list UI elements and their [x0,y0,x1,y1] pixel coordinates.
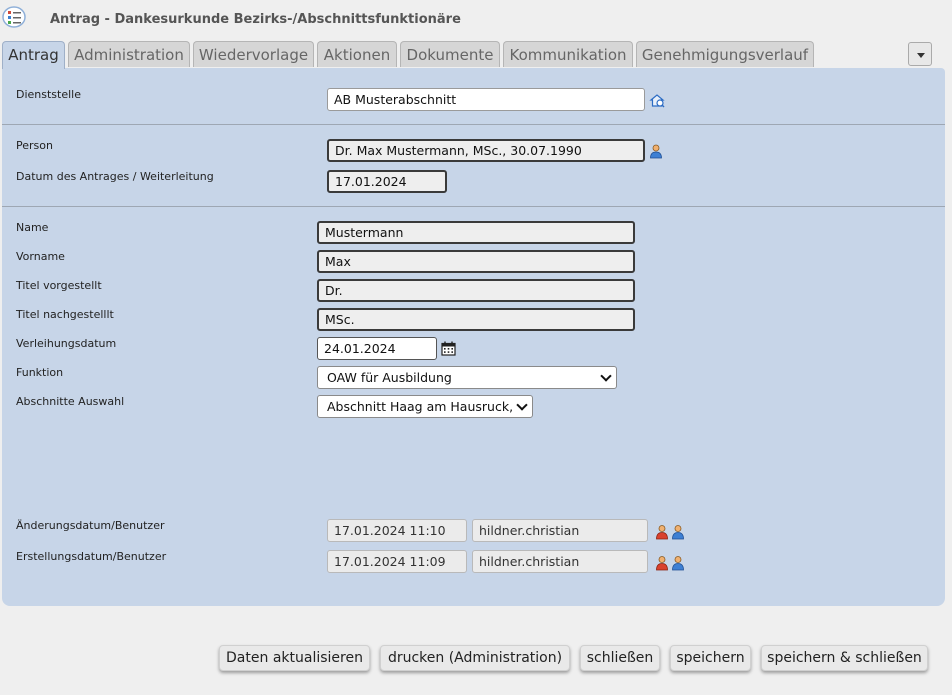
window-title: Antrag - Dankesurkunde Bezirks-/Abschnit… [50,12,461,27]
funktion-select-value: OAW für Ausbildung [327,370,452,385]
aenderung-user-field [472,519,648,542]
person-lookup-icon[interactable] [649,144,664,159]
abschnitte-select-value: Abschnitt Haag am Hausruck, [327,399,514,414]
aenderung-date-field [327,519,467,542]
erstellung-date-field [327,550,467,573]
titel-vorgestellt-field[interactable] [317,279,635,302]
chevron-down-icon [600,370,612,382]
separator [2,206,945,207]
calendar-icon[interactable] [441,341,456,356]
name-label: Name [16,221,49,234]
tab-wiedervorlage[interactable]: Wiedervorlage [193,41,314,67]
erstellung-label: Erstellungsdatum/Benutzer [16,550,167,563]
form-list-icon [2,6,26,28]
vorname-field[interactable] [317,250,635,273]
separator [2,124,945,125]
tab-overflow-dropdown[interactable] [908,42,932,66]
tab-genehmigungsverlauf[interactable]: Genehmigungsverlauf [636,41,814,67]
dienststelle-field[interactable] [327,88,645,111]
dienststelle-label: Dienststelle [16,88,82,101]
user-history-icon[interactable] [655,524,687,540]
funktion-select[interactable]: OAW für Ausbildung [317,366,617,389]
person-label: Person [16,139,53,152]
tab-dokumente[interactable]: Dokumente [400,41,500,67]
abschnitte-label: Abschnitte Auswahl [16,395,125,408]
tab-antrag[interactable]: Antrag [2,41,65,69]
erstellung-user-field [472,550,648,573]
tab-aktionen[interactable]: Aktionen [317,41,397,67]
antragsdatum-field[interactable] [327,170,447,193]
user-history-icon[interactable] [655,555,687,571]
save-and-close-button[interactable]: speichern & schließen [761,645,928,671]
titel-nachgestellt-label: Titel nachgestelllt [16,308,114,321]
tab-administration[interactable]: Administration [68,41,190,67]
aenderung-label: Änderungsdatum/Benutzer [16,519,165,532]
funktion-label: Funktion [16,366,64,379]
antragsdatum-label: Datum des Antrages / Weiterleitung [16,170,214,183]
name-field[interactable] [317,221,635,244]
titel-vorgestellt-label: Titel vorgestellt [16,279,102,292]
close-button[interactable]: schließen [580,645,660,671]
vorname-label: Vorname [16,250,65,263]
form-panel: Dienststelle Person Datum des Antrages /… [2,68,945,606]
person-field[interactable] [327,139,645,162]
chevron-down-icon [516,399,528,411]
titel-nachgestellt-field[interactable] [317,308,635,331]
print-button[interactable]: drucken (Administration) [380,645,570,671]
verleihungsdatum-label: Verleihungsdatum [16,337,117,350]
verleihungsdatum-field[interactable] [317,337,437,360]
save-button[interactable]: speichern [670,645,751,671]
abschnitte-select[interactable]: Abschnitt Haag am Hausruck, [317,395,533,418]
refresh-button[interactable]: Daten aktualisieren [219,645,370,671]
tab-kommunikation[interactable]: Kommunikation [503,41,633,67]
organization-lookup-icon[interactable] [649,92,665,108]
